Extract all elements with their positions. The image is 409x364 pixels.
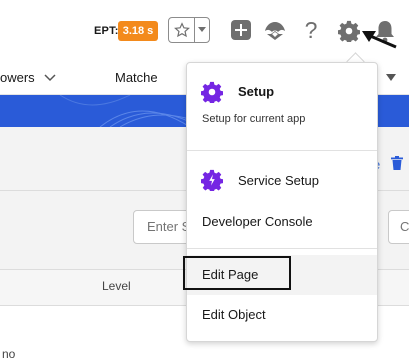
nav-tab-followers[interactable]: owers xyxy=(0,70,56,85)
menu-item-edit-object[interactable]: Edit Object xyxy=(187,297,377,337)
help-button[interactable]: ? xyxy=(300,15,322,45)
setup-gear-button[interactable] xyxy=(336,18,362,44)
refresh-button[interactable]: C xyxy=(388,210,409,244)
gear-icon xyxy=(338,20,360,42)
plus-icon xyxy=(235,24,247,36)
favorites-dropdown-button[interactable] xyxy=(195,18,209,42)
nav-tab-matches[interactable]: Matche xyxy=(115,70,158,85)
menu-item-setup[interactable]: Setup Setup for current app xyxy=(187,63,377,143)
annotation-arrow-icon xyxy=(362,31,397,49)
favorites-button-group xyxy=(168,17,210,43)
menu-item-developer-console[interactable]: Developer Console xyxy=(187,203,377,243)
annotation-highlight-box xyxy=(183,256,291,290)
column-header-level[interactable]: Level xyxy=(102,279,131,293)
nav-tab-label: owers xyxy=(0,70,35,85)
service-setup-icon xyxy=(201,169,223,191)
menu-divider xyxy=(187,150,377,151)
global-header: EPT: 3.18 s ? xyxy=(0,0,409,62)
table-cell-text: no xyxy=(2,347,16,361)
menu-item-service-setup-label: Service Setup xyxy=(238,173,319,188)
menu-item-setup-label: Setup xyxy=(238,84,275,99)
nav-more-caret-icon[interactable] xyxy=(386,74,396,82)
setup-dropdown-menu: Setup Setup for current app Service Setu… xyxy=(186,62,378,342)
setup-gear-icon xyxy=(201,81,223,103)
ept-value-badge: 3.18 s xyxy=(118,21,158,41)
menu-item-setup-description: Setup for current app xyxy=(202,113,306,125)
trailhead-button[interactable] xyxy=(262,18,288,44)
chevron-down-icon xyxy=(44,73,56,81)
trash-icon[interactable] xyxy=(391,156,403,170)
menu-item-service-setup[interactable]: Service Setup xyxy=(187,161,377,201)
chevron-down-icon xyxy=(198,27,206,32)
trailhead-icon xyxy=(265,22,285,40)
nav-tab-label: Matche xyxy=(115,70,158,85)
menu-divider xyxy=(187,248,377,249)
menu-item-edit-object-label: Edit Object xyxy=(202,307,266,322)
help-icon: ? xyxy=(304,16,318,43)
global-create-button[interactable] xyxy=(231,20,251,40)
menu-item-developer-console-label: Developer Console xyxy=(202,214,313,229)
ept-label: EPT: xyxy=(94,25,119,37)
star-icon xyxy=(173,22,190,38)
favorites-star-button[interactable] xyxy=(169,18,195,42)
